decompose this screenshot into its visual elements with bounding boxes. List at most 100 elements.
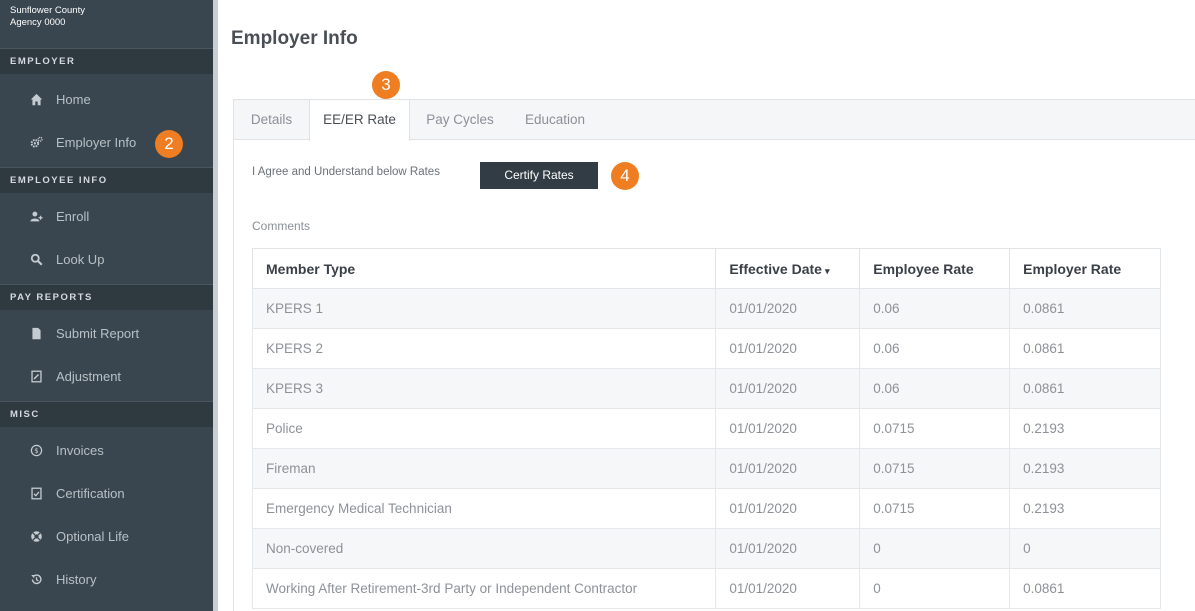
cell-employee-rate: 0.06 <box>859 288 1011 329</box>
cell-employee-rate: 0 <box>859 568 1011 609</box>
cell-member-type: Working After Retirement-3rd Party or In… <box>251 568 717 609</box>
column-header-label: Employee Rate <box>873 260 974 277</box>
table-row: Fireman 01/01/2020 0.0715 0.2193 <box>251 448 1161 489</box>
page-title: Employer Info <box>231 28 358 49</box>
cell-employer-rate: 0.0861 <box>1009 568 1161 609</box>
table-row: Emergency Medical Technician 01/01/2020 0.… <box>251 488 1161 529</box>
column-header-label: Effective Date <box>729 260 822 277</box>
cell-member-type: KPERS 3 <box>251 368 717 409</box>
agency-id: Agency 0000 <box>10 17 66 28</box>
sidebar-item-label: Adjustment <box>56 369 122 384</box>
cell-effective-date: 01/01/2020 <box>715 368 861 409</box>
cell-employer-rate: 0 <box>1009 528 1161 569</box>
lifebuoy-icon <box>28 529 44 545</box>
sidebar-item-history[interactable]: History <box>0 558 213 601</box>
cell-employer-rate: 0.0861 <box>1009 368 1161 409</box>
sidebar-item-submit-report[interactable]: Submit Report <box>0 312 213 355</box>
cell-employee-rate: 0.0715 <box>859 448 1011 489</box>
section-pay-reports: PAY REPORTS <box>0 284 213 310</box>
callout-badge-3: 3 <box>372 71 400 99</box>
certify-rates-button[interactable]: Certify Rates <box>480 162 598 189</box>
cell-member-type: Emergency Medical Technician <box>251 488 717 529</box>
column-header-effective-date[interactable]: Effective Date ▾ <box>715 248 861 289</box>
cell-employee-rate: 0.0715 <box>859 488 1011 529</box>
app-root: Sunflower County Agency 0000 EMPLOYER Ho… <box>0 0 1195 611</box>
tab-pay-cycles[interactable]: Pay Cycles <box>414 100 506 140</box>
cell-effective-date: 01/01/2020 <box>715 328 861 369</box>
user-plus-icon <box>28 209 44 225</box>
table-row: Working After Retirement-3rd Party or In… <box>251 568 1161 609</box>
sidebar: Sunflower County Agency 0000 EMPLOYER Ho… <box>0 0 213 611</box>
sidebar-item-label: Optional Life <box>56 529 129 544</box>
cell-member-type: Non-covered <box>251 528 717 569</box>
home-icon <box>28 92 44 108</box>
section-employer: EMPLOYER <box>0 48 213 74</box>
cell-employer-rate: 0.0861 <box>1009 328 1161 369</box>
tab-ee-er-rate[interactable]: EE/ER Rate <box>309 100 410 141</box>
sidebar-item-label: Invoices <box>56 443 104 458</box>
table-row: Non-covered 01/01/2020 0 0 <box>251 528 1161 569</box>
section-employee-info: EMPLOYEE INFO <box>0 167 213 193</box>
employer-info-panel: Details EE/ER Rate Pay Cycles Education … <box>233 99 1195 611</box>
cell-effective-date: 01/01/2020 <box>715 408 861 449</box>
sidebar-item-label: Look Up <box>56 252 105 267</box>
sidebar-item-optional-life[interactable]: Optional Life <box>0 515 213 558</box>
column-header-employee-rate[interactable]: Employee Rate <box>859 248 1011 289</box>
cell-effective-date: 01/01/2020 <box>715 448 861 489</box>
cell-member-type: Fireman <box>251 448 717 489</box>
column-header-member-type[interactable]: Member Type <box>251 248 717 289</box>
table-row: KPERS 3 01/01/2020 0.06 0.0861 <box>251 368 1161 409</box>
tab-details[interactable]: Details <box>234 100 309 140</box>
sidebar-item-label: Employer Info <box>56 135 137 150</box>
cell-employer-rate: 0.2193 <box>1009 488 1161 529</box>
sidebar-divider <box>213 0 218 611</box>
section-misc: MISC <box>0 401 213 427</box>
sidebar-item-label: Submit Report <box>56 326 140 341</box>
edit-file-icon <box>28 369 44 385</box>
sidebar-item-label: History <box>56 572 97 587</box>
table-row: KPERS 2 01/01/2020 0.06 0.0861 <box>251 328 1161 369</box>
sort-caret-icon: ▾ <box>824 265 830 276</box>
rates-table-body: KPERS 1 01/01/2020 0.06 0.0861 KPERS 2 01/01/… <box>251 288 1161 609</box>
search-icon <box>28 252 44 268</box>
callout-badge-2: 2 <box>155 130 183 158</box>
callout-badge-4: 4 <box>611 162 639 190</box>
cell-effective-date: 01/01/2020 <box>715 528 861 569</box>
cell-employee-rate: 0.06 <box>859 328 1011 369</box>
agency-info: Sunflower County Agency 0000 <box>0 0 213 48</box>
sidebar-item-certification[interactable]: Certification <box>0 472 213 515</box>
comments-label: Comments <box>252 219 311 233</box>
cell-member-type: Police <box>251 408 717 449</box>
tab-education[interactable]: Education <box>510 100 600 140</box>
sidebar-item-look-up[interactable]: Look Up <box>0 238 213 281</box>
certificate-icon <box>28 486 44 502</box>
sidebar-item-label: Enroll <box>56 209 90 224</box>
sidebar-item-label: Home <box>56 92 91 107</box>
column-header-employer-rate[interactable]: Employer Rate <box>1009 248 1161 289</box>
sidebar-item-invoices[interactable]: $ Invoices <box>0 429 213 472</box>
column-header-label: Member Type <box>266 260 356 277</box>
dollar-circle-icon: $ <box>28 443 44 459</box>
sidebar-item-home[interactable]: Home <box>0 78 213 121</box>
cell-employee-rate: 0.0715 <box>859 408 1011 449</box>
agree-statement: I Agree and Understand below Rates <box>252 166 440 178</box>
cell-effective-date: 01/01/2020 <box>715 488 861 529</box>
table-header-row: Member Type Effective Date ▾ Employee Rat… <box>251 248 1161 289</box>
column-header-label: Employer Rate <box>1023 260 1122 277</box>
cell-effective-date: 01/01/2020 <box>715 568 861 609</box>
sidebar-item-label: Certification <box>56 486 125 501</box>
file-icon <box>28 326 44 342</box>
cell-member-type: KPERS 2 <box>251 328 717 369</box>
cell-employee-rate: 0 <box>859 528 1011 569</box>
cell-employer-rate: 0.0861 <box>1009 288 1161 329</box>
rates-table: Member Type Effective Date ▾ Employee Rat… <box>251 248 1161 609</box>
cell-employee-rate: 0.06 <box>859 368 1011 409</box>
cell-effective-date: 01/01/2020 <box>715 288 861 329</box>
sidebar-item-enroll[interactable]: Enroll <box>0 195 213 238</box>
cell-employer-rate: 0.2193 <box>1009 448 1161 489</box>
sidebar-item-adjustment[interactable]: Adjustment <box>0 355 213 398</box>
history-icon <box>28 572 44 588</box>
agency-name: Sunflower County <box>10 5 85 16</box>
table-row: Police 01/01/2020 0.0715 0.2193 <box>251 408 1161 449</box>
cell-employer-rate: 0.2193 <box>1009 408 1161 449</box>
